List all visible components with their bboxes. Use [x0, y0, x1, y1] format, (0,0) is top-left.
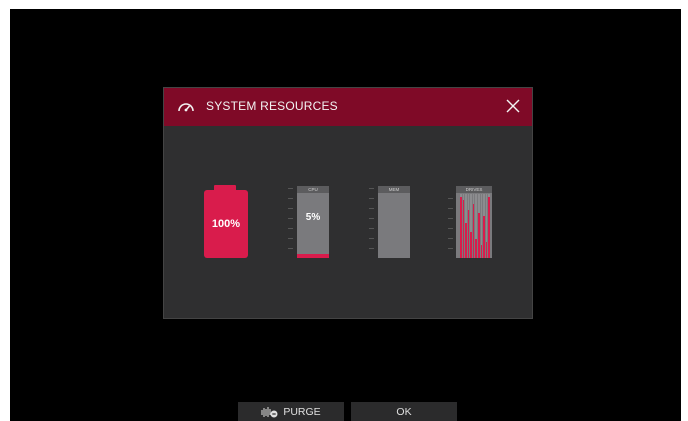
drive-bar	[462, 194, 465, 258]
dialog-title: SYSTEM RESOURCES	[206, 99, 338, 113]
battery-meter: 100%	[204, 190, 248, 258]
ok-button[interactable]: OK	[351, 402, 457, 421]
cpu-value: 5%	[305, 212, 321, 223]
purge-label: PURGE	[283, 405, 321, 418]
drive-bar-fill	[472, 203, 475, 258]
close-icon[interactable]	[506, 99, 520, 113]
drive-bar-fill	[483, 216, 485, 258]
mem-meter: MEM	[378, 186, 410, 258]
drive-bar	[485, 194, 488, 258]
drive-bar-fill	[475, 238, 478, 258]
drive-bar	[460, 194, 462, 258]
gauge-icon	[178, 103, 194, 112]
drive-bar-fill	[467, 210, 470, 258]
drive-bar-fill	[478, 213, 480, 258]
drives-label: DRIVES	[456, 186, 492, 193]
drive-bar	[488, 194, 490, 258]
drive-bar	[472, 194, 475, 258]
drive-bar-fill	[470, 232, 472, 258]
drive-bar-fill	[460, 197, 462, 258]
drive-bar	[470, 194, 472, 258]
drive-bar	[465, 194, 467, 258]
mem-ticks	[369, 186, 374, 258]
drive-bar	[467, 194, 470, 258]
battery-label: 100%	[211, 218, 241, 230]
drive-bar-fill	[488, 197, 490, 258]
purge-icon	[261, 406, 278, 417]
cpu-fill	[297, 254, 329, 258]
mem-label: MEM	[378, 186, 410, 193]
drive-bar-fill	[465, 222, 467, 258]
ok-label: OK	[396, 405, 412, 418]
drive-bar	[483, 194, 485, 258]
drives-ticks	[448, 186, 453, 258]
drive-bar-fill	[485, 242, 488, 258]
drive-bar	[478, 194, 480, 258]
dialog-header: SYSTEM RESOURCES	[164, 88, 532, 126]
cpu-meter: CPU 5%	[297, 186, 329, 258]
drive-bar	[475, 194, 478, 258]
drive-bar-fill	[462, 200, 465, 258]
drive-bars	[460, 194, 490, 258]
purge-button[interactable]: PURGE	[238, 402, 344, 421]
drive-bar-fill	[480, 245, 483, 258]
cpu-label: CPU	[297, 186, 329, 193]
cpu-ticks	[288, 186, 293, 258]
drive-bar	[480, 194, 483, 258]
drives-meter: DRIVES	[456, 186, 492, 258]
